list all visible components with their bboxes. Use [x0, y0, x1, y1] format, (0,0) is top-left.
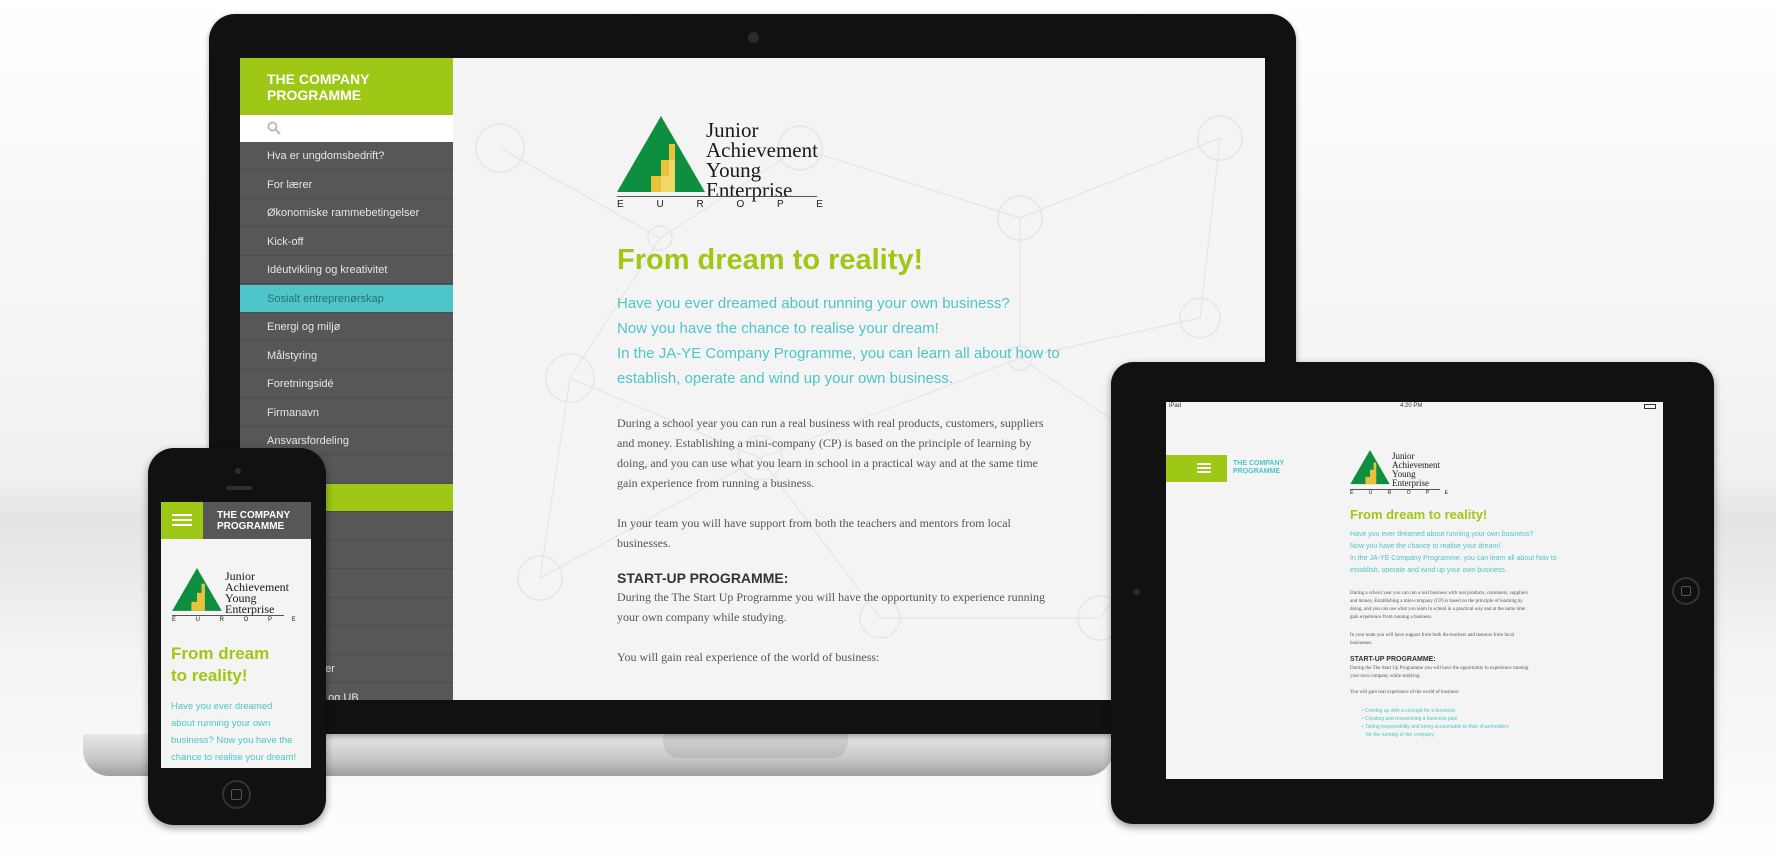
tablet-camera — [1134, 589, 1140, 595]
logo-europe: E U R O P E — [1350, 490, 1455, 496]
status-device: iPad — [1169, 403, 1182, 409]
page-headline: From dream to reality! — [617, 244, 924, 276]
body-text-line: During a school year you can run a real … — [1350, 591, 1528, 596]
bullet-item: • Coming up with a concept for a busines… — [1362, 708, 1456, 714]
triangle-logo-icon — [617, 116, 705, 192]
phone-header-title: THE COMPANY PROGRAMME — [217, 510, 290, 532]
sidebar-title: THE COMPANY PROGRAMME — [267, 71, 370, 103]
body-text-line: gain experience from running a business. — [617, 476, 815, 490]
hamburger-icon[interactable] — [161, 502, 203, 539]
intro-line: Have you ever dreamed about running your… — [1350, 531, 1534, 538]
body-text-line: doing, and you can use what you learn in… — [1350, 607, 1526, 612]
phone-screen: THE COMPANY PROGRAMME Junior Achievement… — [161, 502, 311, 768]
intro-line: Have you ever dreamed — [171, 701, 273, 712]
body-text-line: and money. Establishing a mini-company (… — [617, 436, 1032, 450]
bullet-item: • Taking responsibility and being accoun… — [1362, 724, 1509, 730]
logo-line-enterprise: Enterprise — [1392, 478, 1429, 488]
triangle-logo-icon — [172, 568, 222, 611]
sidebar-menu-item[interactable]: For lærer — [240, 171, 453, 199]
sidebar-menu-item[interactable]: Målstyring — [240, 342, 453, 370]
sidebar-menu-item-label: Økonomiske rammebetingelser — [267, 207, 420, 219]
search-icon — [267, 121, 281, 135]
body-text-line: gain experience from running a business. — [1350, 615, 1433, 620]
sidebar-menu-item[interactable]: Idéutvikling og kreativitet — [240, 256, 453, 284]
intro-line: In the JA-YE Company Programme, you can … — [617, 345, 1060, 362]
sidebar-menu-item-label: Firmanavn — [267, 406, 319, 419]
body-text-line: businesses. — [1350, 641, 1373, 646]
search-input[interactable] — [240, 115, 453, 142]
tablet-screen: iPad 4:20 PM THE COMPANY PROGRAMME Junio… — [1166, 402, 1663, 779]
phone-speaker — [226, 486, 252, 490]
intro-line: establish, operate and wind up your own … — [617, 370, 954, 387]
intro-line: establish, operate and wind up your own … — [1350, 567, 1507, 574]
intro-line: business? Now you have the — [171, 735, 293, 746]
body-text-line: During the The Start Up Programme you wi… — [617, 590, 1046, 604]
logo-europe: E U R O P E — [172, 617, 305, 623]
battery-icon — [1644, 404, 1656, 409]
bullet-item: • Creating and researching a business pl… — [1362, 716, 1458, 722]
phone-headline: From dream — [171, 644, 270, 663]
sidebar-menu-item[interactable]: Økonomiske rammebetingelser — [240, 199, 453, 227]
sidebar-menu-item-label: Ansvarsfordeling — [267, 435, 349, 447]
bullet-item: for the running of the company — [1366, 732, 1434, 738]
logo-line-enterprise: Enterprise — [225, 602, 275, 616]
status-bar: iPad 4:20 PM — [1166, 402, 1663, 412]
section-title: START-UP PROGRAMME: — [617, 570, 789, 586]
body-text-line: and money. Establishing a mini-company (… — [1350, 599, 1523, 604]
sidebar-menu-item[interactable]: Foretningsidé — [240, 370, 453, 398]
body-text-line: During a school year you can run a real … — [617, 416, 1044, 430]
sidebar-menu-item-label: Idéutvikling og kreativitet — [267, 264, 388, 276]
intro-line: about running your own — [171, 718, 271, 729]
sidebar-menu-item-label: Målstyring — [267, 349, 318, 362]
sidebar-menu-item[interactable]: Sosialt entreprenørskap — [240, 284, 453, 313]
body-text-line: During the The Start Up Programme you wi… — [1350, 666, 1529, 671]
home-square-icon — [1681, 586, 1691, 596]
intro-line: Have you ever dreamed about running your… — [617, 295, 1010, 312]
logo-divider — [617, 196, 817, 197]
sidebar-menu-item-label: Hva er ungdomsbedrift? — [267, 150, 385, 162]
home-square-icon — [231, 789, 242, 800]
logo-europe: E U R O P E — [617, 199, 838, 210]
laptop-camera — [748, 32, 759, 43]
sidebar-menu-item[interactable]: Hva er ungdomsbedrift? — [240, 142, 453, 170]
phone-headline: to reality! — [171, 666, 248, 685]
intro-line: chance to realise your dream! — [171, 752, 297, 763]
intro-line: In the JA-YE Company Programme, you can … — [1350, 555, 1557, 562]
hamburger-icon[interactable] — [1166, 455, 1227, 482]
sidebar-menu-item-label: For lærer — [267, 178, 313, 191]
body-text-line: You will gain real experience of the wor… — [617, 650, 880, 664]
body-text-line: In your team you will have support from … — [617, 516, 1011, 530]
tablet-headline: From dream to reality! — [1350, 507, 1488, 522]
status-time: 4:20 PM — [1400, 403, 1423, 409]
body-text-line: your own company while studying. — [1350, 674, 1421, 679]
intro-line: Now you have the chance to realise your … — [617, 320, 939, 337]
body-text-line: You will gain real experience of the wor… — [1350, 690, 1460, 695]
triangle-logo-icon — [1350, 450, 1390, 485]
section-title: START-UP PROGRAMME: — [1350, 656, 1436, 663]
sidebar-header: THE COMPANY PROGRAMME — [240, 58, 453, 115]
sidebar-menu-item[interactable]: Kick-off — [240, 228, 453, 256]
intro-line: Now you have the chance to realise your … — [1350, 543, 1501, 550]
body-text-line: your own company while studying. — [617, 610, 787, 624]
sidebar-menu-item-label: Sosialt entreprenørskap — [267, 292, 384, 305]
tablet-header-title: THE COMPANY PROGRAMME — [1233, 460, 1285, 475]
phone-camera — [235, 468, 241, 474]
logo-line-enterprise: Enterprise — [706, 178, 793, 202]
body-text-line: doing, and you can use what you learn in… — [617, 456, 1038, 470]
body-text-line: In your team you will have support from … — [1350, 633, 1515, 638]
sidebar-menu-item-label: Kick-off — [267, 235, 304, 248]
sidebar-menu-item-label: Energi og miljø — [267, 321, 341, 333]
sidebar-menu-item-label: Foretningsidé — [267, 378, 334, 390]
laptop-hinge-notch — [663, 734, 848, 758]
body-text-line: businesses. — [617, 536, 671, 550]
logo-divider — [172, 615, 284, 616]
sidebar-menu-item[interactable]: Firmanavn — [240, 399, 453, 427]
sidebar-menu-item[interactable]: Energi og miljø — [240, 313, 453, 341]
